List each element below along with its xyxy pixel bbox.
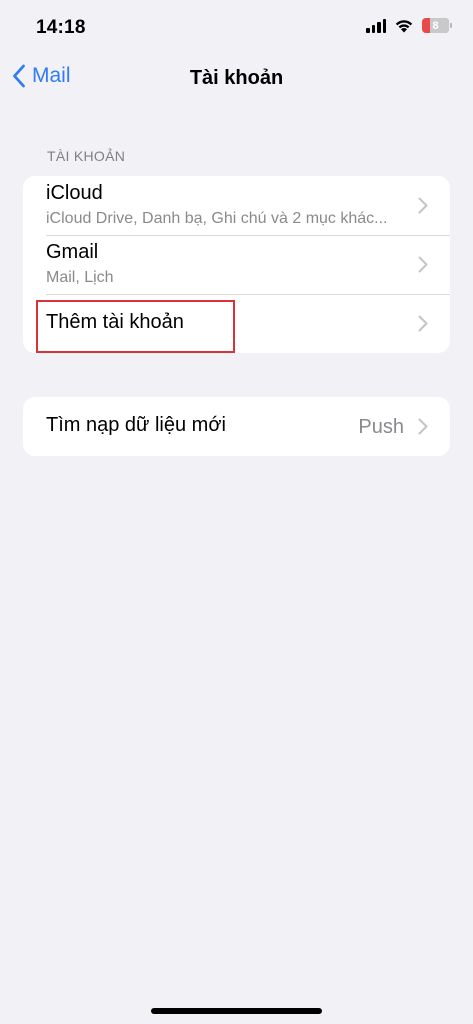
fetch-new-data-row[interactable]: Tìm nạp dữ liệu mới Push — [23, 397, 450, 456]
chevron-right-icon — [418, 256, 428, 273]
home-indicator[interactable] — [151, 1008, 322, 1014]
account-title: iCloud — [46, 182, 103, 204]
account-title: Gmail — [46, 241, 99, 263]
status-bar: 14:18 8 — [0, 0, 473, 56]
section-header-accounts: TÀI KHOẢN — [47, 148, 126, 164]
wifi-icon — [395, 20, 413, 33]
add-account-row[interactable]: Thêm tài khoản — [23, 294, 450, 353]
account-subtitle: iCloud Drive, Danh bạ, Ghi chú và 2 mục … — [46, 210, 388, 227]
add-account-label: Thêm tài khoản — [46, 311, 184, 333]
account-row-icloud[interactable]: iCloud iCloud Drive, Danh bạ, Ghi chú và… — [23, 176, 450, 235]
mail-accounts-screen: 14:18 8 Mail Tài khoản TÀI KHOẢN iCloud … — [0, 0, 473, 1024]
cellular-signal-icon — [366, 18, 386, 33]
battery-icon: 8 — [422, 18, 452, 33]
page-title: Tài khoản — [189, 67, 284, 89]
account-subtitle: Mail, Lịch — [46, 269, 114, 286]
fetch-new-data-value: Push — [358, 416, 404, 438]
account-row-gmail[interactable]: Gmail Mail, Lịch — [23, 235, 450, 294]
chevron-right-icon — [418, 197, 428, 214]
fetch-settings-list: Tìm nạp dữ liệu mới Push — [23, 397, 450, 456]
status-icons: 8 — [366, 18, 452, 33]
navigation-bar: Mail Tài khoản — [0, 56, 473, 102]
fetch-new-data-label: Tìm nạp dữ liệu mới — [46, 414, 226, 436]
battery-level: 8 — [432, 19, 439, 32]
status-time: 14:18 — [36, 17, 86, 38]
chevron-right-icon — [418, 315, 428, 332]
chevron-right-icon — [418, 418, 428, 435]
accounts-list: iCloud iCloud Drive, Danh bạ, Ghi chú và… — [23, 176, 450, 353]
